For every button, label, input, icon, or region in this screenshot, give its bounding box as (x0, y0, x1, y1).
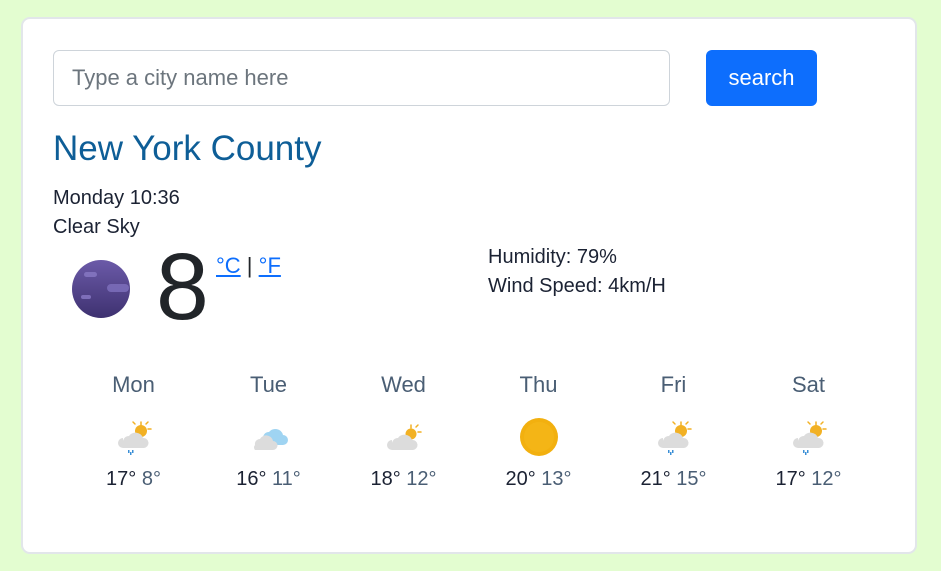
forecast-day: Fri 21° 15° (606, 369, 741, 491)
forecast-max: 17° (106, 468, 137, 490)
weather-description: Clear Sky (53, 216, 140, 238)
cloudy-icon (253, 428, 288, 450)
forecast-day-name: Tue (249, 372, 288, 397)
forecast-day: Mon 17° 8° (66, 369, 201, 491)
forecast-day-name: Sat (791, 372, 826, 397)
forecast-day: Wed 18° 12° (336, 369, 471, 491)
forecast-day: Thu 20° 13° (471, 369, 606, 491)
unit-separator: | (240, 253, 259, 278)
forecast-day-name: Fri (660, 372, 687, 397)
forecast-day: Tue 16° 11° (201, 369, 336, 491)
search-button[interactable]: search (706, 50, 817, 106)
forecast-temps: 21° 15° (606, 468, 741, 491)
forecast-temps: 17° 12° (741, 468, 876, 491)
sun-cloud-rain-icon (657, 421, 692, 455)
humidity: Humidity: 79% (488, 246, 617, 268)
forecast-min: 15° (676, 468, 707, 490)
forecast-min: 13° (541, 468, 572, 490)
forecast-row: Mon 17° 8° Tue 16° 11° Wed 18° 12° Thu 2… (66, 369, 876, 491)
forecast-temps: 20° 13° (471, 468, 606, 491)
forecast-day-name: Wed (381, 372, 426, 397)
forecast-day: Sat 17° 12° (741, 369, 876, 491)
forecast-max: 20° (505, 468, 536, 490)
clear-night-icon (72, 260, 130, 318)
city-name: New York County (53, 129, 322, 168)
forecast-max: 16° (236, 468, 267, 490)
forecast-max: 18° (370, 468, 401, 490)
forecast-day-name: Mon (112, 372, 155, 397)
forecast-max: 21° (640, 468, 671, 490)
sun-cloud-rain-icon (792, 421, 827, 455)
current-temperature: 8 (156, 234, 209, 340)
partly-cloudy-icon (386, 424, 422, 450)
forecast-temps: 16° 11° (201, 468, 336, 491)
forecast-min: 12° (406, 468, 437, 490)
forecast-temps: 17° 8° (66, 468, 201, 491)
fahrenheit-link[interactable]: °F (259, 253, 281, 278)
forecast-day-name: Thu (519, 372, 558, 397)
celsius-link[interactable]: °C (216, 253, 241, 278)
forecast-max: 17° (775, 468, 806, 490)
forecast-min: 8° (141, 468, 161, 490)
forecast-temps: 18° 12° (336, 468, 471, 491)
weather-details: Humidity: 79% Wind Speed: 4km/H (488, 243, 666, 301)
date-time: Monday 10:36 (53, 187, 180, 209)
weather-card: search New York County Monday 10:36 Clea… (21, 17, 917, 554)
sun-icon (519, 418, 558, 456)
city-search-input[interactable] (53, 50, 670, 106)
forecast-min: 11° (272, 468, 301, 490)
sun-cloud-rain-icon (117, 421, 152, 455)
forecast-min: 12° (811, 468, 842, 490)
wind-speed: Wind Speed: 4km/H (488, 275, 666, 297)
unit-toggle: °C | °F (216, 253, 281, 279)
